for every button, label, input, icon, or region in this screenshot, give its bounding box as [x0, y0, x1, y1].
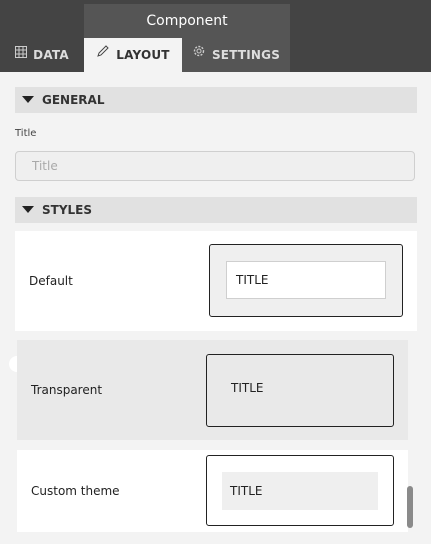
- preview-title: TITLE: [226, 261, 386, 299]
- title-field-label: Title: [15, 128, 37, 139]
- style-option-label: Default: [29, 274, 73, 288]
- tab-data-label: DATA: [33, 48, 69, 62]
- tab-bar: DATA LAYOUT SETTINGS: [0, 38, 431, 72]
- general-section-header[interactable]: GENERAL: [15, 87, 417, 113]
- collapse-triangle-icon: [22, 206, 34, 213]
- panel-title: Component: [146, 13, 228, 29]
- tab-settings-label: SETTINGS: [211, 48, 281, 62]
- styles-section-label: STYLES: [42, 203, 93, 217]
- scrollbar-thumb[interactable]: [407, 486, 413, 528]
- general-section-label: GENERAL: [42, 93, 105, 107]
- preview-title: TITLE: [222, 472, 378, 510]
- pencil-icon: [96, 37, 110, 71]
- preview-title: TITLE: [231, 381, 264, 395]
- style-option-transparent[interactable]: Transparent TITLE: [17, 340, 408, 440]
- style-preview: TITLE: [206, 354, 394, 427]
- tab-data[interactable]: DATA: [0, 38, 84, 72]
- grid-icon: [15, 37, 28, 71]
- collapse-triangle-icon: [22, 96, 34, 103]
- panel-resize-handle[interactable]: [9, 356, 17, 372]
- header-title-block: Component: [84, 4, 290, 38]
- title-input[interactable]: [15, 151, 415, 181]
- panel-header: Component DATA LAYOUT SETTINGS: [0, 0, 431, 72]
- gear-icon: [192, 37, 206, 71]
- style-option-label: Transparent: [31, 383, 103, 397]
- tab-layout[interactable]: LAYOUT: [84, 38, 182, 72]
- component-panel: Component DATA LAYOUT SETTINGS GENERAL T…: [0, 0, 431, 544]
- style-option-label: Custom theme: [31, 484, 120, 498]
- styles-section-header[interactable]: STYLES: [15, 197, 417, 223]
- style-option-custom-theme[interactable]: Custom theme TITLE: [17, 450, 408, 532]
- tab-layout-label: LAYOUT: [116, 48, 170, 62]
- tab-settings[interactable]: SETTINGS: [182, 38, 290, 72]
- style-preview: TITLE: [209, 244, 403, 317]
- style-preview: TITLE: [206, 455, 394, 526]
- style-option-default[interactable]: Default TITLE: [15, 231, 417, 331]
